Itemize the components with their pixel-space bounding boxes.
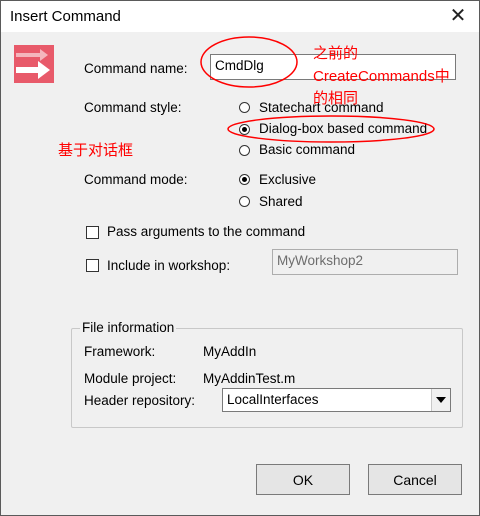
annotation-note-line1: 之前的 <box>313 45 359 62</box>
annotation-note-line2: CreateCommands中 <box>313 68 450 85</box>
insert-command-dialog: Insert Command ✕ Command name: CmdDlg Co… <box>0 0 480 516</box>
annotation-dialog-based: 基于对话框 <box>58 142 134 159</box>
annotation-note-line3: 的相同 <box>313 90 359 107</box>
